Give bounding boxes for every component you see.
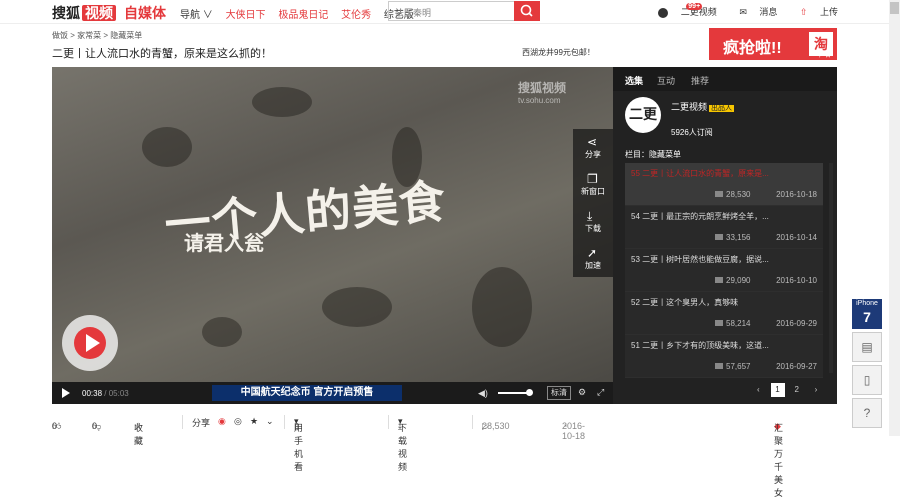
scrollbar-thumb[interactable] [890, 2, 899, 14]
user-avatar[interactable]: 99+ 二更视频 [658, 3, 717, 18]
store-icon[interactable]: ▤ [852, 332, 882, 362]
sohu-watermark: 搜狐视频 tv.sohu.com [518, 81, 567, 105]
weibo-icon[interactable]: ◉ [218, 416, 226, 427]
new-window-action[interactable]: ❐ 新窗口 [573, 166, 613, 203]
big-play-button[interactable] [62, 315, 118, 371]
uploader-name[interactable]: 二更视频 出品人 [671, 100, 735, 113]
video-title: 二更丨让人流口水的青蟹，原来是这么抓的！ [52, 48, 272, 60]
message-icon: ✉ [739, 7, 747, 17]
page-scrollbar[interactable] [889, 0, 900, 436]
share-action[interactable]: ⋖ 分享 [573, 129, 613, 166]
play-icon [86, 334, 100, 352]
play-count-icon [715, 363, 723, 369]
subscriber-count: 5926人订阅 [671, 128, 713, 137]
iphone-promo[interactable]: iPhone 7 [852, 299, 882, 329]
page-1[interactable]: 1 [770, 383, 785, 397]
prev-page-icon[interactable]: ‹ [751, 383, 765, 397]
next-page-icon[interactable]: › [809, 383, 823, 397]
feedback-icon[interactable]: ? [852, 398, 882, 428]
window-icon: ❐ [587, 172, 598, 186]
marquee-ad[interactable]: 中国航天纪念币 官方开启预售 [212, 385, 402, 401]
settings-icon[interactable]: ⚙ [578, 387, 586, 398]
action-bar: 👍︎ 0 👎︎ 0 ☆ 收藏 分享 ◉ ◎ ★ ⌄ ▯ 用手机看 ▾ ⤓ 下载视… [52, 415, 784, 498]
sohu-logo[interactable]: 搜狐 视频 [52, 3, 116, 23]
search-icon [520, 4, 533, 17]
share-label: 分享 [192, 418, 211, 428]
upload-icon: ⇧ [799, 7, 808, 17]
time-display: 00:38 / 05:03 [82, 389, 129, 398]
wechat-icon[interactable]: ◎ [234, 416, 242, 427]
nav-link[interactable]: 艾伦秀 [341, 10, 371, 21]
side-panel: 选集 互动 推荐 二更 二更视频 出品人 5926人订阅 栏目：隐藏菜单 55 二… [613, 67, 837, 404]
volume-handle[interactable] [526, 389, 533, 396]
qzone-icon[interactable]: ★ [250, 416, 258, 427]
nav-link[interactable]: 大侠日下 [226, 10, 266, 21]
uploader-tag: 出品人 [709, 105, 735, 112]
tab-interact[interactable]: 互动 [657, 74, 675, 87]
upload-link[interactable]: ⇧ 上传 [790, 7, 838, 17]
speedup-action[interactable]: ➚ 加速 [573, 240, 613, 277]
tablet-icon[interactable]: ▯ [852, 365, 882, 395]
uploader-avatar[interactable]: 二更 [625, 97, 661, 133]
search-button[interactable] [514, 1, 540, 21]
ad-text: 疯抢啦!! [723, 40, 782, 57]
ad-banner[interactable]: 疯抢啦!! 淘 广告 [639, 28, 837, 60]
tab-episodes[interactable]: 选集 [625, 74, 643, 87]
page-2[interactable]: 2 [790, 383, 804, 397]
nav-menu[interactable]: 导航 ∨ [180, 10, 213, 21]
panel-tabs: 选集 互动 推荐 [613, 67, 837, 91]
quality-button[interactable]: 标清 [547, 386, 571, 400]
volume-icon[interactable]: ◀) [478, 388, 488, 399]
messages-link[interactable]: ✉ 消息 [729, 7, 777, 17]
download-video-button[interactable]: ⤓ 下载视频 ▾ [398, 416, 407, 472]
episode-item[interactable]: 52 二更丨这个臭男人，真够味 58,214 2016-09-29 [625, 292, 823, 335]
nav-link[interactable]: 极品鬼日记 [278, 10, 328, 21]
ad-image [639, 28, 709, 60]
episode-item[interactable]: 55 二更丨让人流口水的青蟹，原来是... 28,530 2016-10-18 [625, 163, 823, 206]
rocket-icon: ➚ [587, 246, 598, 260]
play-count-icon [715, 277, 723, 283]
episode-item[interactable]: 54 二更丨最正宗的元朗烹鲜烤全羊，... 33,156 2016-10-14 [625, 206, 823, 249]
zimeiti-logo[interactable]: 自媒体 [124, 3, 166, 23]
play-count-icon [715, 234, 723, 240]
play-count-icon [715, 320, 723, 326]
download-icon: ⤓ [587, 209, 593, 223]
tab-recommend[interactable]: 推荐 [691, 74, 709, 87]
episode-item[interactable]: 53 二更丨树叶居然也能做豆腐，据说... 29,090 2016-10-10 [625, 249, 823, 292]
phone-watch-button[interactable]: ▯ 用手机看 ▾ [294, 416, 303, 472]
column-label: 栏目：隐藏菜单 [625, 150, 681, 159]
share-icon: ⋖ [587, 135, 598, 149]
more-share-icon[interactable]: ⌄ [266, 416, 274, 427]
breadcrumb[interactable]: 做饭 > 家常菜 > 隐藏菜单 [52, 30, 142, 41]
download-action[interactable]: ⤓ 下载 [573, 203, 613, 240]
play-pause-icon[interactable] [62, 388, 70, 398]
avatar [658, 7, 669, 18]
list-scrollbar[interactable] [829, 163, 833, 373]
notification-badge: 99+ [686, 3, 703, 10]
promo-link[interactable]: 西湖龙井99元包邮！ [522, 47, 595, 58]
user-area: 99+ 二更视频 ✉ 消息 ⇧ 上传 [648, 3, 838, 18]
fullscreen-icon[interactable]: ⤢ [597, 387, 604, 398]
pagination: ‹ 1 2 › [748, 383, 823, 397]
video-player[interactable]: 搜狐视频 tv.sohu.com 一个人的美食 请君入瓮 ⋖ 分享 ❐ 新窗口 ⤓ 下载… [52, 67, 613, 404]
play-count-icon [715, 191, 723, 197]
control-bar: 00:38 / 05:03 中国航天纪念币 官方开启预售 ◀) 标清 ⚙ ⤢ [52, 382, 613, 404]
top-bar: 搜狐 视频 自媒体 导航 ∨ 大侠日下 极品鬼日记 艾伦秀 综艺版 法医秦明 99… [0, 0, 900, 24]
calligraphy-subtitle: 请君入瓮 [184, 231, 264, 255]
episode-list: 55 二更丨让人流口水的青蟹，原来是... 28,530 2016-10-18 54… [625, 163, 823, 378]
side-actions: ⋖ 分享 ❐ 新窗口 ⤓ 下载 ➚ 加速 [573, 129, 613, 277]
ad-label: 广告 [818, 53, 831, 59]
episode-item[interactable]: 51 二更丨乡下才有的顶级美味，这道... 57,657 2016-09-27 [625, 335, 823, 378]
